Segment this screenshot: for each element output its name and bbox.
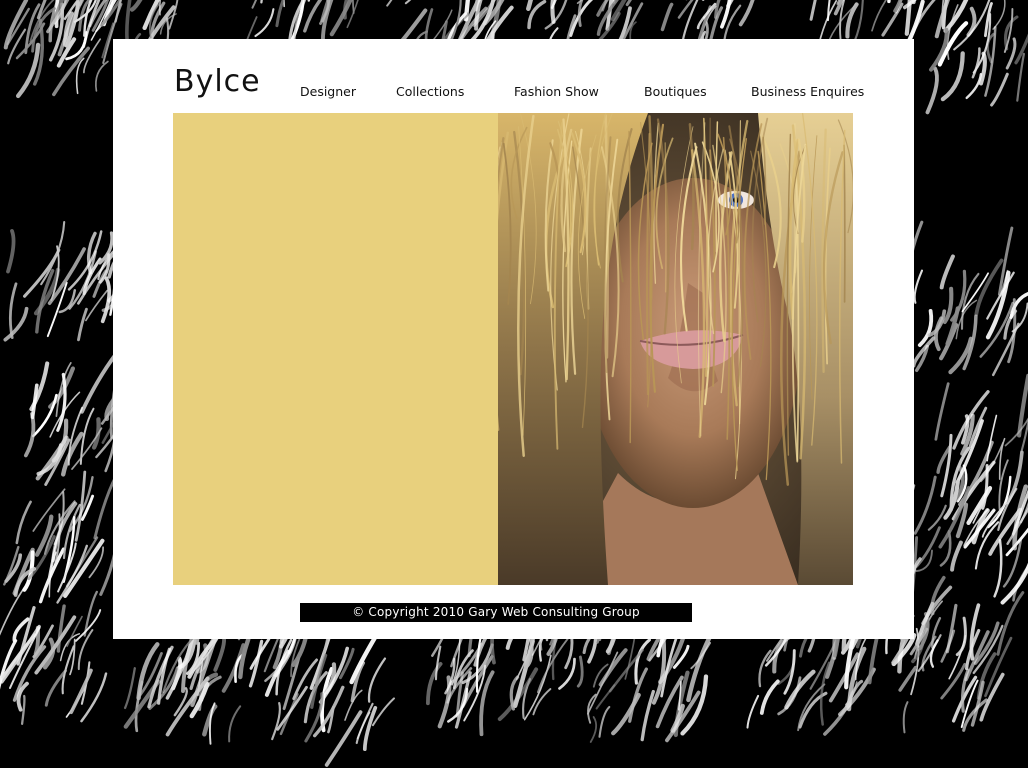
hero-model-photo (498, 113, 853, 585)
nav-item-fashion-show[interactable]: Fashion Show (514, 83, 599, 101)
nav-item-designer[interactable]: Designer (300, 83, 356, 101)
hero-banner (173, 113, 853, 585)
nav-item-collections[interactable]: Collections (396, 83, 464, 101)
hair-strand (664, 142, 667, 293)
hair-strand (843, 144, 846, 303)
hero-gold-block (173, 113, 498, 585)
model-portrait-image (498, 113, 853, 585)
copyright-bar: © Copyright 2010 Gary Web Consulting Gro… (300, 603, 692, 622)
content-panel: Bylce Designer Collections Fashion Show … (113, 39, 914, 639)
nav-item-business-enquires[interactable]: Business Enquires (751, 83, 864, 101)
main-nav: Designer Collections Fashion Show Boutiq… (113, 83, 914, 103)
nav-item-boutiques[interactable]: Boutiques (644, 83, 707, 101)
